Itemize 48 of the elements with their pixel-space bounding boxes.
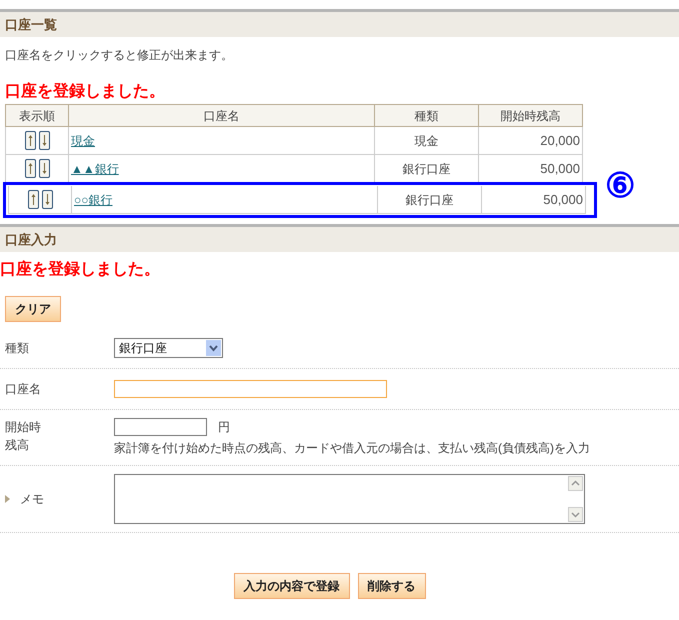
move-up-button[interactable] [24,131,36,150]
section-title: 口座入力 [5,230,57,249]
up-arrow-icon [28,162,32,175]
field-label: 口座名 [5,381,42,398]
column-header: 表示順 [6,105,69,126]
table-cell-text: 銀行口座 [402,160,450,178]
delete-button[interactable]: 削除する [358,573,426,599]
step-number: ⑥ [605,169,635,203]
table-cell-text: 現金 [414,132,438,150]
table-cell-text: 銀行口座 [406,192,454,208]
move-up-button[interactable] [24,159,36,178]
column-header: 種類 [375,105,479,126]
up-arrow-icon [30,193,36,206]
column-header: 開始時残高 [500,108,562,124]
account-link[interactable]: ▲▲銀行 [71,160,119,178]
account-link[interactable]: ○○銀行 [74,190,112,208]
field-label: メモ [20,491,44,508]
memo-field[interactable] [114,474,585,524]
hint-text: 口座名をクリックすると修正が出来ます。 [5,48,233,62]
down-arrow-icon [42,162,46,175]
move-down-button[interactable] [38,131,50,150]
unit-label: 円 [218,419,230,436]
success-message: 口座を登録しました。 [0,261,160,278]
scroll-down-icon [568,507,583,522]
chevron-down-icon [206,340,221,356]
triangle-right-icon [5,495,10,503]
table-cell-text: 50,000 [543,190,583,209]
type-select[interactable]: 銀行口座 [114,338,223,358]
register-button[interactable]: 入力の内容で登録 [234,573,350,599]
balance-field[interactable] [114,418,207,436]
table-cell-text: 50,000 [540,160,580,178]
account-name-field[interactable] [114,380,387,398]
success-message: 口座を登録しました。 [5,83,165,100]
field-label: 開始時残高 [5,419,42,454]
column-header: 口座名 [69,105,375,126]
down-arrow-icon [44,193,50,206]
section-title: 口座一覧 [5,16,57,34]
table-cell-text: 20,000 [540,132,580,150]
down-arrow-icon [42,134,46,147]
up-arrow-icon [28,134,32,147]
scroll-up-icon [568,476,583,491]
move-up-button[interactable] [28,190,38,209]
move-down-button[interactable] [42,190,52,209]
balance-note: 家計簿を付け始めた時点の残高、カードや借入元の場合は、支払い残高(負債残高)を入力 [114,440,590,457]
account-link[interactable]: 現金 [71,132,95,150]
clear-button[interactable]: クリア [5,296,61,322]
move-down-button[interactable] [38,159,50,178]
field-label: 種類 [5,340,30,357]
